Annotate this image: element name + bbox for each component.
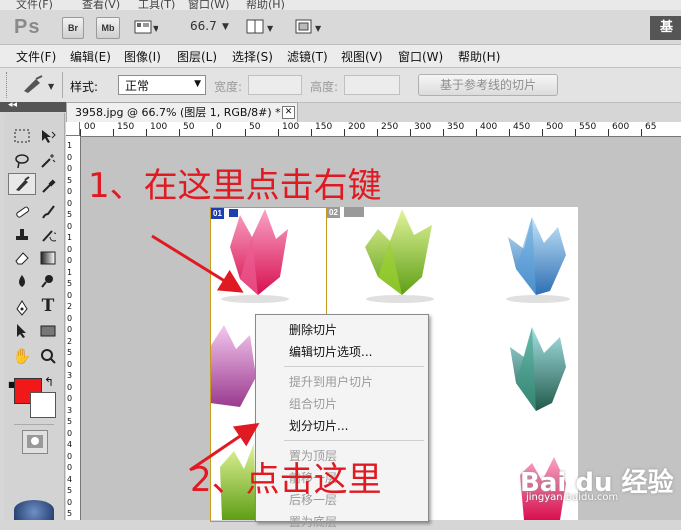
watermark-url: jingyan.baidu.com xyxy=(526,492,619,503)
annotation-arrows xyxy=(151,234,260,472)
arrow-to-slice xyxy=(151,234,244,293)
arrow-to-menu-item xyxy=(189,422,260,472)
